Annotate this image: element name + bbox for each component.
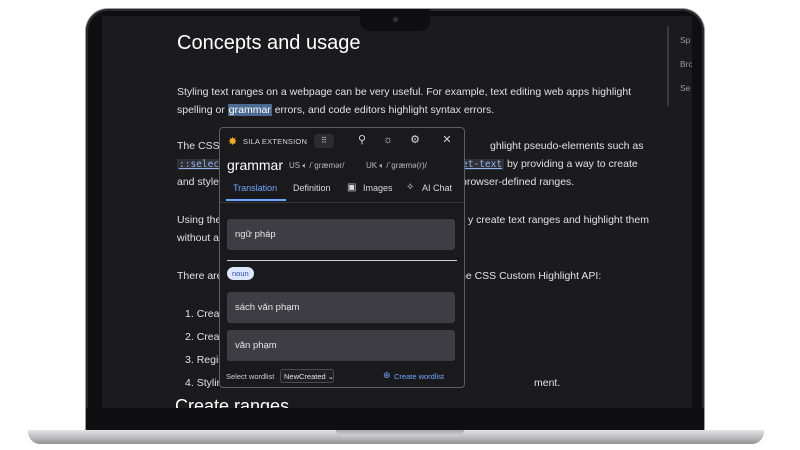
extension-name: SILA EXTENSION bbox=[243, 137, 308, 146]
list-item: 4. Stylin bbox=[185, 374, 222, 393]
add-circle-icon[interactable]: ⊕ bbox=[383, 370, 391, 381]
divider bbox=[227, 260, 457, 261]
list-number: 4. bbox=[185, 377, 194, 389]
us-label: US bbox=[289, 161, 301, 170]
uk-ipa: /ˈɡræmə(r)/ bbox=[386, 161, 427, 170]
drag-handle-icon[interactable]: ⠿ bbox=[314, 134, 334, 148]
list-item: 3. Regis bbox=[185, 351, 224, 370]
theme-toggle-icon[interactable]: ☼ bbox=[381, 133, 395, 147]
toc-item[interactable]: Sp bbox=[680, 35, 690, 45]
list-item: 1. Creat bbox=[185, 305, 222, 324]
laptop-base-notch bbox=[336, 430, 464, 436]
list-number: 2. bbox=[185, 331, 194, 343]
toc-item[interactable]: Bro bbox=[680, 59, 692, 69]
toc-item[interactable]: Se bbox=[680, 83, 690, 93]
camera-notch bbox=[360, 9, 430, 31]
close-icon[interactable]: ✕ bbox=[440, 133, 454, 147]
dictionary-popup: ✸ SILA EXTENSION ⠿ ⚲ ☼ ⚙ ✕ grammar US 🔈︎… bbox=[219, 127, 465, 388]
paragraph-line: et-text by providing a way to create bbox=[460, 155, 638, 175]
text-span: spelling or bbox=[177, 104, 228, 116]
us-ipa: /ˈɡræmər/ bbox=[309, 161, 345, 170]
settings-gear-icon[interactable]: ⚙ bbox=[408, 133, 422, 147]
paragraph-line: Using the bbox=[177, 214, 222, 226]
paragraph-line: browser-defined ranges. bbox=[461, 176, 575, 188]
toc-rail bbox=[667, 26, 669, 106]
tab-translation[interactable]: Translation bbox=[233, 183, 277, 193]
pin-icon[interactable]: ⚲ bbox=[355, 133, 369, 147]
active-tab-indicator bbox=[226, 199, 286, 201]
section-heading: Create ranges bbox=[175, 396, 290, 408]
create-wordlist-link[interactable]: Create wordlist bbox=[394, 372, 444, 381]
popup-header: ✸ SILA EXTENSION ⠿ ⚲ ☼ ⚙ ✕ bbox=[220, 128, 464, 154]
list-item: 2. Creat bbox=[185, 328, 222, 347]
sila-logo-icon: ✸ bbox=[228, 136, 238, 148]
sense-item[interactable]: văn phạm bbox=[227, 330, 455, 361]
popup-footer: Select wordlist NewCreated ⌄ ⊕ Create wo… bbox=[220, 368, 464, 386]
uk-pronunciation[interactable]: UK 🔈︎ /ˈɡræmə(r)/ bbox=[366, 161, 427, 171]
wordlist-label: Select wordlist bbox=[226, 372, 275, 381]
speaker-icon[interactable]: 🔈︎ bbox=[379, 161, 384, 170]
text-span: errors, and code editors highlight synta… bbox=[271, 104, 495, 116]
image-icon: ▣ bbox=[347, 182, 357, 193]
paragraph-line: y create text ranges and highlight them bbox=[468, 214, 649, 226]
tab-ai-chat[interactable]: AI Chat bbox=[422, 183, 452, 193]
uk-label: UK bbox=[366, 161, 378, 170]
paragraph-line: he CSS Custom Highlight API: bbox=[460, 270, 602, 282]
main-translation: ngữ pháp bbox=[227, 219, 455, 250]
paragraph-line: ghlight pseudo-elements such as bbox=[490, 140, 644, 152]
paragraph-line: and style bbox=[177, 176, 220, 188]
headword: grammar bbox=[227, 157, 284, 173]
paragraph-line: without af bbox=[177, 232, 222, 244]
list-number: 3. bbox=[185, 354, 194, 366]
popup-tabs: Translation Definition ▣ Images ✧ AI Cha… bbox=[220, 178, 464, 203]
wordlist-select[interactable]: NewCreated ⌄ bbox=[280, 369, 334, 383]
paragraph-line: There are bbox=[177, 270, 223, 282]
sparkle-icon: ✧ bbox=[406, 182, 415, 193]
paragraph-line: ment. bbox=[534, 377, 561, 389]
tab-images[interactable]: Images bbox=[363, 183, 393, 193]
page-title: Concepts and usage bbox=[177, 32, 361, 54]
laptop-bezel bbox=[86, 408, 704, 430]
speaker-icon[interactable]: 🔈︎ bbox=[302, 161, 307, 170]
part-of-speech-badge: noun bbox=[227, 267, 254, 280]
chevron-down-icon: ⌄ bbox=[327, 372, 335, 381]
code-link[interactable]: et-text bbox=[460, 159, 505, 170]
tab-definition[interactable]: Definition bbox=[293, 183, 331, 193]
sense-item[interactable]: sách văn phạm bbox=[227, 292, 455, 323]
text-span: by providing a way to create bbox=[504, 158, 638, 170]
wordlist-value: NewCreated bbox=[284, 372, 326, 381]
paragraph-line: Styling text ranges on a webpage can be … bbox=[177, 86, 632, 98]
camera-icon bbox=[393, 17, 398, 22]
us-pronunciation[interactable]: US 🔈︎ /ˈɡræmər/ bbox=[289, 161, 345, 171]
highlighted-word[interactable]: grammar bbox=[227, 104, 272, 116]
list-number: 1. bbox=[185, 308, 194, 320]
paragraph-line: spelling or grammar errors, and code edi… bbox=[177, 101, 494, 120]
